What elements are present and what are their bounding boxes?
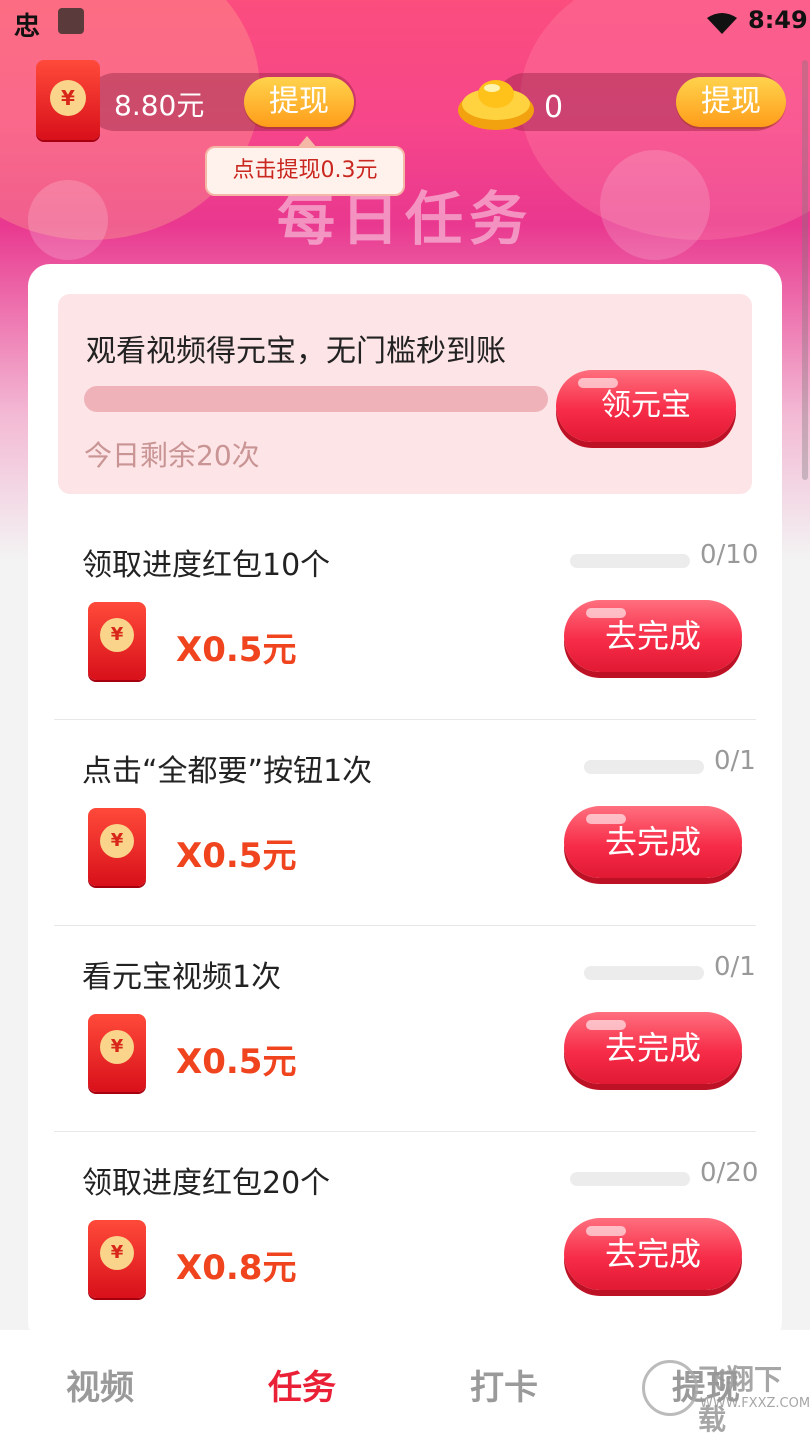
yuan-coin-icon: ¥ [100, 824, 134, 858]
cash-balance: 8.80元 [114, 89, 205, 122]
task-item: 点击“全都要”按钮1次 0/1 ¥ X0.5元 去完成 [54, 720, 756, 926]
gold-ingot-icon [458, 80, 534, 130]
go-complete-label: 去完成 [604, 1235, 701, 1273]
go-complete-label: 去完成 [604, 1029, 701, 1067]
yuan-coin-icon: ¥ [100, 1030, 134, 1064]
go-complete-button[interactable]: 去完成 [564, 600, 742, 672]
notification-square-icon [58, 8, 84, 34]
task-title: 点击“全都要”按钮1次 [82, 754, 373, 789]
banner-title: 每日任务 [276, 185, 533, 253]
task-progress-bar [584, 760, 704, 774]
button-gloss [586, 608, 626, 618]
video-remaining-count: 今日剩余20次 [84, 439, 260, 472]
nav-tab-checkin[interactable]: 打卡 [424, 1360, 584, 1409]
red-packet-icon: ¥ [88, 602, 146, 680]
red-packet-icon: ¥ [88, 1014, 146, 1092]
task-reward: X0.5元 [176, 1042, 297, 1082]
task-reward: X0.5元 [176, 836, 297, 876]
go-complete-label: 去完成 [604, 823, 701, 861]
withdraw-tooltip: 点击提现0.3元 [205, 136, 405, 196]
go-complete-button[interactable]: 去完成 [564, 1012, 742, 1084]
red-packet-icon: ¥ [88, 1220, 146, 1298]
notification-app-icon: 忠 [14, 12, 41, 42]
task-progress-bar [570, 554, 690, 568]
task-reward: X0.5元 [176, 630, 297, 670]
task-card: 观看视频得元宝，无门槛秒到账 今日剩余20次 领元宝 领取进度红包10个 0/1… [28, 264, 782, 1344]
task-reward: X0.8元 [176, 1248, 297, 1288]
go-complete-button[interactable]: 去完成 [564, 806, 742, 878]
video-progress-bar [84, 386, 548, 412]
task-item: 看元宝视频1次 0/1 ¥ X0.5元 去完成 [54, 926, 756, 1132]
task-progress-count: 0/10 [700, 540, 759, 570]
task-progress-bar [570, 1172, 690, 1186]
button-gloss [586, 1020, 626, 1030]
go-complete-button[interactable]: 去完成 [564, 1218, 742, 1290]
task-item: 领取进度红包10个 0/10 ¥ X0.5元 去完成 [54, 514, 759, 720]
status-time: 8:49 [748, 6, 808, 34]
task-progress-count: 0/20 [700, 1158, 759, 1188]
task-progress-count: 0/1 [714, 746, 756, 776]
task-title: 领取进度红包10个 [82, 548, 331, 583]
button-gloss [586, 1226, 626, 1236]
ingot-wallet: 0 提现 [456, 66, 786, 140]
red-packet-icon: ¥ [36, 60, 100, 140]
task-title: 看元宝视频1次 [82, 960, 282, 995]
yuan-coin-icon: ¥ [100, 618, 134, 652]
red-packet-icon: ¥ [88, 808, 146, 886]
yuan-coin-icon: ¥ [100, 1236, 134, 1270]
site-watermark: 飞翔下载 WWW.FXXZ.COM [640, 1356, 810, 1436]
wifi-icon [707, 13, 737, 34]
task-progress-bar [584, 966, 704, 980]
ingot-withdraw-button[interactable]: 提现 [676, 77, 786, 127]
video-task-title: 观看视频得元宝，无门槛秒到账 [86, 334, 506, 369]
status-bar: 忠 8:49 [0, 0, 810, 44]
go-complete-label: 去完成 [604, 617, 701, 655]
task-title: 领取进度红包20个 [82, 1166, 331, 1201]
claim-ingot-label: 领元宝 [601, 388, 691, 423]
watermark-url: WWW.FXXZ.COM [700, 1396, 810, 1411]
task-item: 领取进度红包20个 0/20 ¥ X0.8元 去完成 [54, 1132, 759, 1338]
video-task-box: 观看视频得元宝，无门槛秒到账 今日剩余20次 领元宝 [58, 294, 752, 494]
cash-withdraw-button[interactable]: 提现 [244, 77, 354, 127]
yuan-coin-icon: ¥ [50, 80, 86, 116]
scrollbar[interactable] [802, 60, 808, 480]
watermark-logo-icon [642, 1360, 698, 1416]
nav-tab-video[interactable]: 视频 [20, 1360, 180, 1409]
ingot-count: 0 [544, 90, 564, 125]
claim-ingot-button[interactable]: 领元宝 [556, 370, 736, 442]
task-progress-count: 0/1 [714, 952, 756, 982]
nav-tab-tasks[interactable]: 任务 [222, 1360, 382, 1409]
button-gloss [578, 378, 618, 388]
button-gloss [586, 814, 626, 824]
cash-wallet: ¥ 8.80元 提现 [36, 60, 358, 140]
